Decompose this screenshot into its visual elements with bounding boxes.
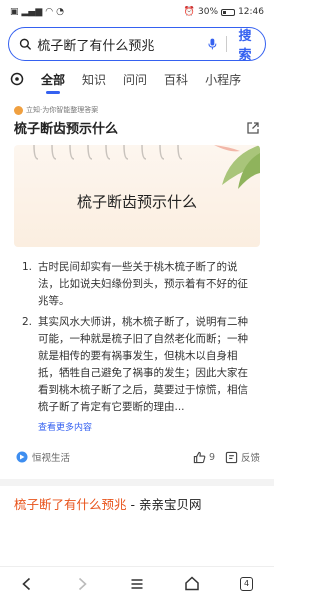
plant-decoration bbox=[214, 145, 260, 189]
home-icon bbox=[185, 576, 199, 591]
alarm-icon: ⏰ bbox=[183, 6, 196, 17]
next-result-highlight: 梳子断了有什么预兆 bbox=[14, 497, 127, 512]
chevron-left-icon bbox=[22, 577, 31, 590]
ai-note: 立知·为你智能整理答案 bbox=[14, 105, 260, 115]
answer-item: 1. 古时民间却实有一些关于桃木梳子断了的说法，比如说夫妇缘份到头，预示着有不好… bbox=[22, 259, 256, 310]
answer-text: 其实风水大师讲，桃木梳子断了，说明有二种可能，一种就是梳子旧了自然老化而断；一种… bbox=[38, 316, 248, 413]
tab-all[interactable]: 全部 bbox=[41, 71, 65, 88]
search-divider bbox=[226, 36, 227, 52]
card-title[interactable]: 梳子断齿预示什么 bbox=[14, 118, 118, 137]
answer-item: 2. 其实风水大师讲，桃木梳子断了，说明有二种可能，一种就是梳子旧了自然老化而断… bbox=[22, 314, 256, 416]
tabs-button[interactable]: 4 bbox=[235, 572, 259, 596]
source-row: 恒视生活 9 反馈 bbox=[14, 445, 260, 469]
notification-icon: ◔ bbox=[56, 6, 64, 17]
source[interactable]: 恒视生活 bbox=[16, 450, 70, 464]
clock: 12:46 bbox=[238, 7, 264, 17]
status-bar: ▣ ▂▄▆ ◠ ◔ ⏰ 30% 12:46 bbox=[0, 0, 274, 24]
section-separator bbox=[0, 479, 274, 486]
like-button[interactable]: 9 bbox=[193, 451, 215, 464]
notebook-rings-decoration bbox=[33, 145, 183, 160]
view-more-link[interactable]: 查看更多内容 bbox=[38, 420, 260, 433]
hero-image[interactable]: 梳子断齿预示什么 bbox=[14, 145, 260, 247]
answer-card: 立知·为你智能整理答案 梳子断齿预示什么 梳子断齿预示什么 1. 古时民间却实有… bbox=[0, 97, 274, 469]
feedback-icon bbox=[225, 451, 238, 463]
card-title-row: 梳子断齿预示什么 bbox=[14, 118, 260, 137]
answer-list: 1. 古时民间却实有一些关于桃木梳子断了的说法，比如说夫妇缘份到头，预示着有不好… bbox=[14, 259, 260, 416]
status-right: ⏰ 30% 12:46 bbox=[184, 7, 264, 17]
ai-note-text: 立知·为你智能整理答案 bbox=[26, 106, 99, 114]
search-area: 搜索 bbox=[0, 24, 274, 63]
search-button[interactable]: 搜索 bbox=[235, 25, 259, 63]
hero-title: 梳子断齿预示什么 bbox=[76, 193, 197, 211]
sim-icon: ▣ bbox=[10, 6, 19, 17]
battery-icon bbox=[221, 8, 236, 16]
source-logo-icon bbox=[16, 451, 28, 463]
home-button[interactable] bbox=[180, 572, 204, 596]
search-icon bbox=[19, 38, 31, 50]
search-input[interactable] bbox=[37, 36, 208, 52]
answer-text: 古时民间却实有一些关于桃木梳子断了的说法，比如说夫妇缘份到头，预示着有不好的征兆… bbox=[38, 261, 248, 307]
feedback-label: 反馈 bbox=[240, 453, 260, 464]
source-name: 恒视生活 bbox=[32, 453, 71, 464]
answer-number: 2. bbox=[22, 316, 33, 328]
tab-knowledge[interactable]: 知识 bbox=[82, 71, 106, 88]
wifi-icon: ◠ bbox=[45, 6, 54, 17]
next-result-title[interactable]: 梳子断了有什么预兆 - 亲亲宝贝网 bbox=[0, 486, 274, 513]
microphone-icon[interactable] bbox=[207, 36, 218, 52]
card-actions: 9 反馈 bbox=[193, 450, 260, 464]
result-tabs: 全部 知识 问问 百科 小程序 bbox=[0, 61, 274, 97]
bottom-nav: 4 bbox=[0, 566, 274, 600]
tab-count: 4 bbox=[240, 576, 254, 591]
menu-button[interactable] bbox=[125, 572, 149, 596]
feedback-button[interactable]: 反馈 bbox=[225, 450, 260, 464]
tab-encyclopedia[interactable]: 百科 bbox=[164, 71, 188, 88]
search-bar[interactable]: 搜索 bbox=[8, 25, 266, 63]
menu-icon bbox=[131, 578, 143, 589]
status-left: ▣ ▂▄▆ ◠ ◔ bbox=[10, 6, 64, 17]
share-icon[interactable] bbox=[246, 121, 260, 135]
ai-badge-icon bbox=[14, 105, 23, 115]
chevron-right-icon bbox=[79, 577, 87, 590]
next-result-site: - 亲亲宝贝网 bbox=[126, 497, 202, 512]
ai-assistant-icon[interactable] bbox=[10, 72, 24, 86]
signal-icon: ▂▄▆ bbox=[21, 6, 43, 17]
back-button[interactable] bbox=[15, 572, 39, 596]
thumbs-up-icon bbox=[193, 451, 206, 463]
like-count: 9 bbox=[208, 451, 215, 463]
answer-number: 1. bbox=[22, 261, 33, 273]
tab-ask[interactable]: 问问 bbox=[123, 71, 147, 88]
forward-button[interactable] bbox=[70, 572, 94, 596]
tab-mini-program[interactable]: 小程序 bbox=[205, 71, 241, 88]
battery-percent: 30% bbox=[198, 7, 219, 17]
